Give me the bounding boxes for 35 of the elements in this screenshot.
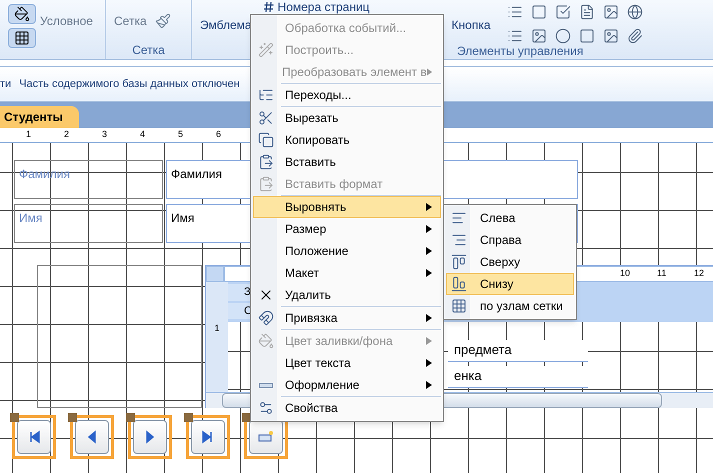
menu-item-label: Обработка событий... xyxy=(285,20,408,37)
message-text: Часть содержимого базы данных отключен xyxy=(19,76,240,92)
menu-item-label: Преобразовать элемент в xyxy=(282,64,427,81)
menu-item-label: Удалить xyxy=(285,287,332,304)
group-label: Сетка xyxy=(131,42,166,59)
menu-item-label: Справа xyxy=(480,232,522,249)
ruler-number: 1 xyxy=(26,128,32,141)
ruler-number: 2 xyxy=(64,128,70,141)
menu-item-label: Макет xyxy=(285,265,320,282)
menu-item-label: Вставить xyxy=(285,154,337,171)
menu-item-label: Слева xyxy=(480,210,516,227)
menu-item-label: Размер xyxy=(285,221,328,238)
ruler-number: 6 xyxy=(216,128,222,141)
menu-item-label: Привязка xyxy=(285,310,338,327)
menu-item-label: по узлам сетки xyxy=(480,298,563,315)
ruler-number: 10 xyxy=(620,267,630,280)
ruler-number: 11 xyxy=(657,267,666,280)
menu-item-label: Переходы... xyxy=(285,87,352,104)
menu-item-label: Оформление xyxy=(285,377,360,394)
ruler-number: 4 xyxy=(140,128,146,141)
ruler-number: 3 xyxy=(102,128,108,141)
menu-item-label: Цвет текста xyxy=(285,355,352,372)
ruler-number: 12 xyxy=(694,267,704,280)
menu-item-label: Вставить формат xyxy=(285,176,384,193)
menu-item-label: Положение xyxy=(285,243,350,260)
ruler-number: 1 xyxy=(214,322,220,335)
menu-item-label: Вырезать xyxy=(285,110,340,127)
message-text: ти xyxy=(0,76,12,92)
menu-item-label: Построить... xyxy=(285,42,355,59)
menu-item-label: Копировать xyxy=(285,132,351,149)
menu-item-label: Снизу xyxy=(480,276,514,293)
menu-item-label: Выровнять xyxy=(285,199,348,216)
menu-item-label: Цвет заливки/фона xyxy=(285,333,394,350)
group-label: Элементы управления xyxy=(457,43,584,60)
ruler-number: 5 xyxy=(178,128,184,141)
